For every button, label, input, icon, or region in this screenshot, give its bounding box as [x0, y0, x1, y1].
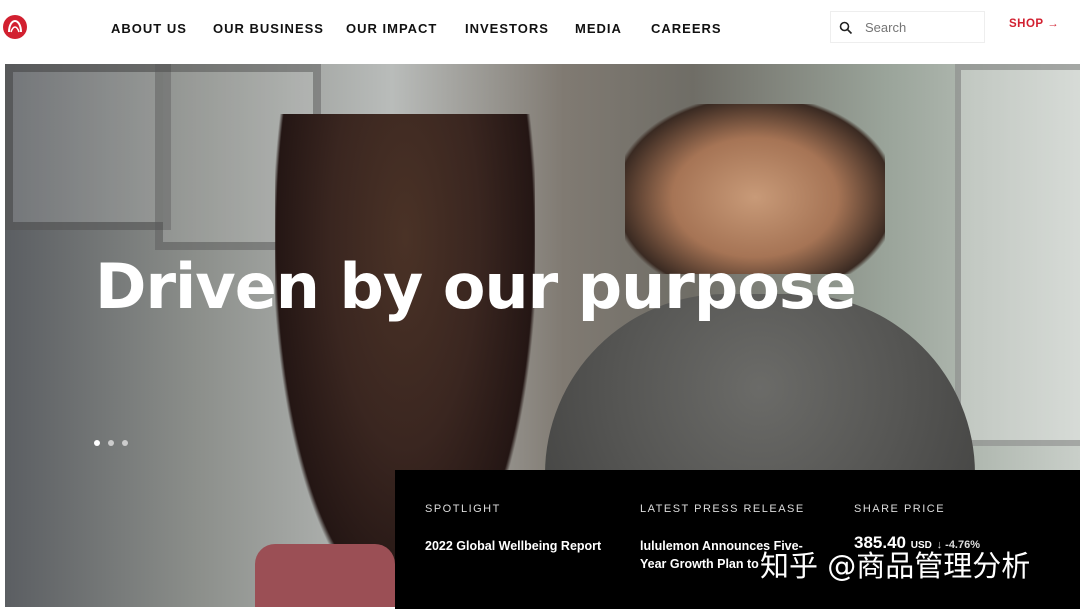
logo-mark-icon: [8, 19, 22, 33]
nav-about-us[interactable]: ABOUT US: [111, 21, 187, 36]
watermark: 知乎 @商品管理分析: [760, 549, 1031, 583]
person-right-head: [625, 104, 885, 274]
carousel-dot-2[interactable]: [108, 440, 114, 446]
search-box[interactable]: [830, 11, 985, 43]
carousel-dot-1[interactable]: [94, 440, 100, 446]
nav-our-impact[interactable]: OUR IMPACT: [346, 21, 437, 36]
info-bar: SPOTLIGHT 2022 Global Wellbeing Report L…: [395, 470, 1080, 609]
press-release-label: LATEST PRESS RELEASE: [640, 503, 805, 515]
carousel-dot-3[interactable]: [122, 440, 128, 446]
hero-headline: Driven by our purpose: [95, 250, 857, 323]
window-pane-left: [5, 64, 171, 230]
search-icon: [839, 21, 853, 35]
lululemon-logo[interactable]: [3, 15, 27, 39]
nav-our-business[interactable]: OUR BUSINESS: [213, 21, 324, 36]
nav-media[interactable]: MEDIA: [575, 21, 622, 36]
spotlight-link[interactable]: 2022 Global Wellbeing Report: [425, 537, 601, 555]
shop-link[interactable]: SHOP →: [1009, 18, 1059, 30]
search-input[interactable]: [865, 18, 975, 36]
nav-careers[interactable]: CAREERS: [651, 21, 722, 36]
spotlight-label: SPOTLIGHT: [425, 503, 501, 515]
share-price-label: SHARE PRICE: [854, 503, 946, 515]
window-pane-right: [955, 64, 1080, 446]
nav-investors[interactable]: INVESTORS: [465, 21, 549, 36]
site-header: ABOUT US OUR BUSINESS OUR IMPACT INVESTO…: [0, 0, 1080, 60]
person-left-shorts: [255, 544, 395, 607]
